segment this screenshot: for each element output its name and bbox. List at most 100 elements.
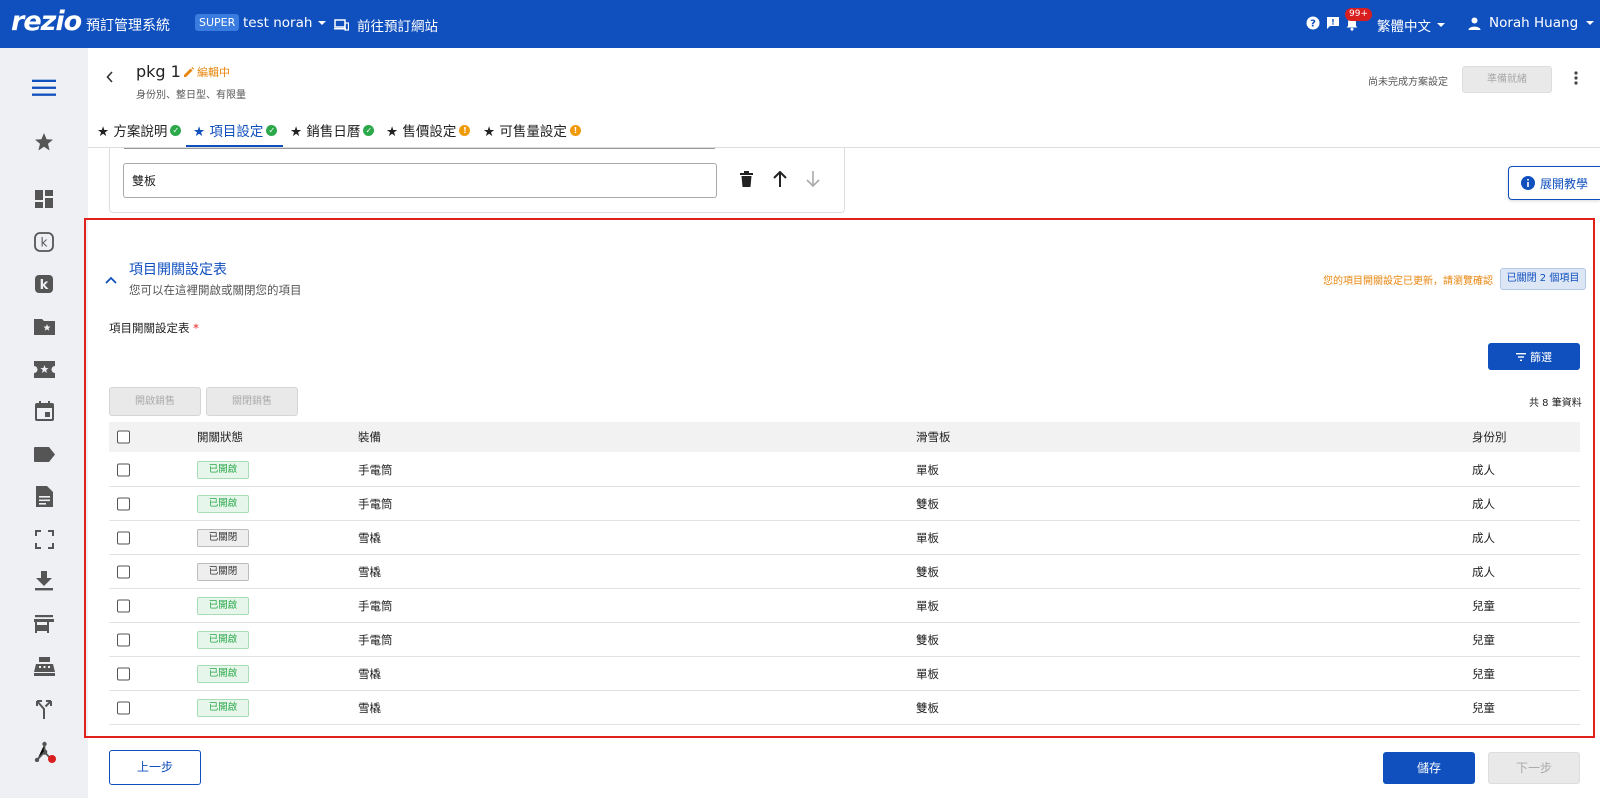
delete-icon[interactable] — [735, 168, 757, 190]
expand-tutorial-label: 展開教學 — [1539, 176, 1588, 191]
row-checkbox[interactable] — [117, 633, 130, 646]
identity-cell: 成人 — [1472, 496, 1495, 511]
k-outline-icon[interactable]: k — [32, 230, 56, 254]
status-badge: 已開啟 — [197, 698, 249, 717]
goto-booking-site-link[interactable]: 前往預訂網站 — [334, 15, 438, 35]
back-button[interactable] — [106, 71, 114, 87]
filter-icon — [1516, 352, 1526, 361]
identity-cell: 兒童 — [1472, 598, 1495, 613]
menu-icon[interactable] — [32, 76, 56, 100]
settings-updated-note: 您的項目開關設定已更新，請瀏覽確認 — [1323, 276, 1493, 287]
user-switcher[interactable]: test norah — [243, 15, 327, 31]
k-filled-icon[interactable]: k — [32, 272, 56, 296]
merge-icon[interactable] — [32, 697, 56, 721]
save-button[interactable]: 儲存 — [1383, 752, 1475, 784]
filter-button[interactable]: 篩選 — [1488, 343, 1580, 370]
row-checkbox[interactable] — [117, 667, 130, 680]
edit-status-label: 編輯中 — [197, 66, 230, 79]
warning-circle-icon: ! — [459, 124, 471, 136]
table-row: 已關閉 雪橇 雙板 成人 — [109, 555, 1580, 589]
identity-cell: 兒童 — [1472, 632, 1495, 647]
info-icon — [1520, 176, 1535, 190]
user-switcher-label: test norah — [243, 15, 313, 31]
tab-price-settings[interactable]: ★ 售價設定 ! — [386, 120, 471, 140]
svg-text:?: ? — [1310, 19, 1316, 30]
table-row: 已開啟 手電筒 雙板 成人 — [109, 487, 1580, 521]
option-value-input[interactable] — [123, 163, 717, 198]
tab-label: ★ 可售量設定 — [483, 124, 567, 140]
account-menu[interactable]: Norah Huang — [1468, 15, 1595, 31]
equipment-cell: 手電筒 — [358, 632, 393, 647]
notification-count-badge: 99+ — [1345, 8, 1372, 21]
goto-booking-site-label: 前往預訂網站 — [357, 19, 438, 35]
identity-cell: 成人 — [1472, 564, 1495, 579]
folder-star-icon[interactable] — [32, 314, 56, 338]
prev-step-button[interactable]: 上一步 — [109, 750, 201, 785]
label-icon[interactable] — [32, 442, 56, 466]
help-icon[interactable]: ? — [1306, 16, 1320, 30]
rezio-logo[interactable]: rezio — [11, 6, 82, 37]
tab-label: ★ 項目設定 — [193, 124, 264, 140]
tab-label: ★ 方案說明 — [97, 124, 168, 140]
store-icon[interactable] — [32, 612, 56, 636]
board-cell: 單板 — [916, 530, 939, 545]
field-label: 項目開關設定表 * — [109, 320, 199, 336]
table-row: 已開啟 雪橇 單板 兒童 — [109, 657, 1580, 691]
more-options-icon[interactable] — [1574, 70, 1578, 89]
cashier-icon[interactable] — [32, 654, 56, 678]
select-all-checkbox[interactable] — [117, 430, 130, 444]
page-subtitle: 身份別、整日型、有限量 — [136, 90, 246, 101]
star-icon[interactable] — [32, 130, 56, 154]
header-identity: 身份別 — [1472, 430, 1507, 444]
status-badge: 已開啟 — [197, 630, 249, 649]
move-up-arrow-icon[interactable] — [769, 168, 791, 190]
row-checkbox[interactable] — [117, 701, 130, 714]
move-down-arrow-icon[interactable] — [802, 168, 824, 190]
network-notification-dot — [48, 755, 56, 763]
equipment-cell: 雪橇 — [358, 564, 381, 579]
scan-icon[interactable] — [32, 527, 56, 551]
download-icon[interactable] — [32, 569, 56, 593]
close-sale-button[interactable]: 關閉銷售 — [206, 387, 298, 416]
ready-button[interactable]: 準備就緒 — [1462, 66, 1552, 93]
status-badge: 已開啟 — [197, 664, 249, 683]
row-checkbox[interactable] — [117, 463, 130, 476]
document-icon[interactable] — [32, 484, 56, 508]
row-checkbox[interactable] — [117, 497, 130, 510]
table-row: 已關閉 雪橇 單板 成人 — [109, 521, 1580, 555]
tab-quantity-settings[interactable]: ★ 可售量設定 ! — [483, 120, 581, 140]
header-status: 開關狀態 — [197, 430, 243, 444]
svg-text:k: k — [41, 236, 48, 250]
language-selector[interactable]: 繁體中文 — [1377, 15, 1445, 35]
row-checkbox[interactable] — [117, 599, 130, 612]
chevron-up-icon[interactable] — [105, 272, 117, 288]
check-circle-icon: ✓ — [363, 124, 375, 136]
tab-sales-calendar[interactable]: ★ 銷售日曆 ✓ — [290, 120, 375, 140]
tab-plan-description[interactable]: ★ 方案說明 ✓ — [97, 120, 182, 140]
chevron-left-icon — [106, 71, 113, 83]
next-step-button[interactable]: 下一步 — [1488, 752, 1580, 784]
equipment-cell: 手電筒 — [358, 598, 393, 613]
row-checkbox[interactable] — [117, 565, 130, 578]
section-title: 項目開關設定表 — [129, 262, 227, 278]
identity-cell: 成人 — [1472, 530, 1495, 545]
caret-down-icon — [1437, 23, 1445, 27]
equipment-cell: 手電筒 — [358, 462, 393, 477]
tab-label: ★ 銷售日曆 — [290, 124, 361, 140]
status-badge: 已開啟 — [197, 460, 249, 479]
dashboard-icon[interactable] — [32, 187, 56, 211]
calendar-icon[interactable] — [32, 399, 56, 423]
equipment-cell: 雪橇 — [358, 530, 381, 545]
expand-tutorial-button[interactable]: 展開教學 — [1508, 166, 1600, 200]
row-checkbox[interactable] — [117, 531, 130, 544]
status-badge: 已關閉 — [197, 562, 249, 581]
ticket-star-icon[interactable] — [32, 357, 56, 381]
equipment-cell: 手電筒 — [358, 496, 393, 511]
tab-item-settings[interactable]: ★ 項目設定 ✓ — [193, 120, 278, 140]
table-header: 開關狀態 裝備 滑雪板 身份別 — [109, 422, 1580, 452]
person-icon — [1468, 17, 1481, 30]
open-sale-button[interactable]: 開啟銷售 — [109, 387, 201, 416]
field-label-text: 項目開關設定表 — [109, 321, 190, 335]
feedback-icon[interactable] — [1326, 16, 1340, 30]
status-badge: 已開啟 — [197, 596, 249, 615]
